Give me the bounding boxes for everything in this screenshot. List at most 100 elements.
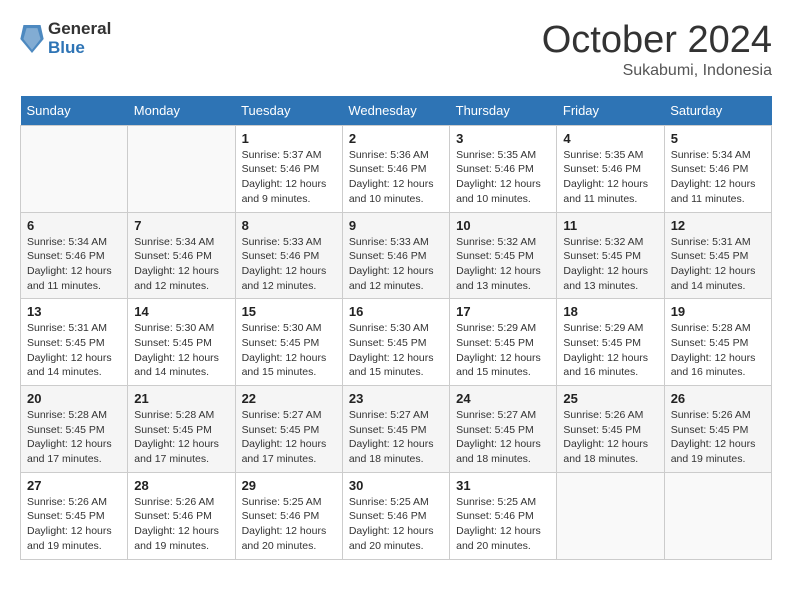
calendar-cell: 25 Sunrise: 5:26 AM Sunset: 5:45 PM Dayli… <box>557 386 664 473</box>
day-info: Sunrise: 5:29 AM Sunset: 5:45 PM Dayligh… <box>456 321 550 380</box>
calendar-cell: 11 Sunrise: 5:32 AM Sunset: 5:45 PM Dayli… <box>557 212 664 299</box>
week-row-2: 6 Sunrise: 5:34 AM Sunset: 5:46 PM Daylig… <box>21 212 772 299</box>
calendar-cell: 27 Sunrise: 5:26 AM Sunset: 5:45 PM Dayli… <box>21 472 128 559</box>
calendar-cell: 3 Sunrise: 5:35 AM Sunset: 5:46 PM Daylig… <box>450 125 557 212</box>
col-saturday: Saturday <box>664 96 771 126</box>
col-monday: Monday <box>128 96 235 126</box>
day-info: Sunrise: 5:26 AM Sunset: 5:45 PM Dayligh… <box>563 408 657 467</box>
day-info: Sunrise: 5:35 AM Sunset: 5:46 PM Dayligh… <box>563 148 657 207</box>
day-number: 26 <box>671 391 765 406</box>
day-number: 18 <box>563 304 657 319</box>
day-number: 27 <box>27 478 121 493</box>
day-info: Sunrise: 5:28 AM Sunset: 5:45 PM Dayligh… <box>27 408 121 467</box>
calendar-cell: 31 Sunrise: 5:25 AM Sunset: 5:46 PM Dayli… <box>450 472 557 559</box>
calendar-cell: 28Sunrise: 5:26 AM Sunset: 5:46 PM Dayli… <box>128 472 235 559</box>
day-info: Sunrise: 5:33 AM Sunset: 5:46 PM Dayligh… <box>242 235 336 294</box>
calendar-cell: 13Sunrise: 5:31 AM Sunset: 5:45 PM Dayli… <box>21 299 128 386</box>
day-number: 14 <box>134 304 228 319</box>
day-info: Sunrise: 5:29 AM Sunset: 5:45 PM Dayligh… <box>563 321 657 380</box>
day-number: 30 <box>349 478 443 493</box>
day-number: 10 <box>456 218 550 233</box>
calendar-cell: 10Sunrise: 5:32 AM Sunset: 5:45 PM Dayli… <box>450 212 557 299</box>
day-number: 9 <box>349 218 443 233</box>
day-info: Sunrise: 5:34 AM Sunset: 5:46 PM Dayligh… <box>134 235 228 294</box>
day-info: Sunrise: 5:27 AM Sunset: 5:45 PM Dayligh… <box>349 408 443 467</box>
day-number: 24 <box>456 391 550 406</box>
day-number: 5 <box>671 131 765 146</box>
logo-blue: Blue <box>48 39 111 58</box>
day-info: Sunrise: 5:33 AM Sunset: 5:46 PM Dayligh… <box>349 235 443 294</box>
calendar-cell: 1 Sunrise: 5:37 AM Sunset: 5:46 PM Daylig… <box>235 125 342 212</box>
calendar-cell: 26 Sunrise: 5:26 AM Sunset: 5:45 PM Dayli… <box>664 386 771 473</box>
day-info: Sunrise: 5:25 AM Sunset: 5:46 PM Dayligh… <box>242 495 336 554</box>
day-number: 6 <box>27 218 121 233</box>
day-number: 3 <box>456 131 550 146</box>
calendar-cell: 24 Sunrise: 5:27 AM Sunset: 5:45 PM Dayli… <box>450 386 557 473</box>
calendar-cell: 21Sunrise: 5:28 AM Sunset: 5:45 PM Dayli… <box>128 386 235 473</box>
logo-general: General <box>48 20 111 39</box>
week-row-3: 13Sunrise: 5:31 AM Sunset: 5:45 PM Dayli… <box>21 299 772 386</box>
day-info: Sunrise: 5:28 AM Sunset: 5:45 PM Dayligh… <box>671 321 765 380</box>
day-number: 23 <box>349 391 443 406</box>
day-info: Sunrise: 5:31 AM Sunset: 5:45 PM Dayligh… <box>671 235 765 294</box>
calendar-cell <box>664 472 771 559</box>
day-info: Sunrise: 5:26 AM Sunset: 5:46 PM Dayligh… <box>134 495 228 554</box>
day-info: Sunrise: 5:32 AM Sunset: 5:45 PM Dayligh… <box>563 235 657 294</box>
calendar-cell: 30 Sunrise: 5:25 AM Sunset: 5:46 PM Dayli… <box>342 472 449 559</box>
calendar-cell: 14 Sunrise: 5:30 AM Sunset: 5:45 PM Dayli… <box>128 299 235 386</box>
day-info: Sunrise: 5:27 AM Sunset: 5:45 PM Dayligh… <box>456 408 550 467</box>
calendar-cell <box>21 125 128 212</box>
title-block: October 2024 Sukabumi, Indonesia <box>542 20 772 80</box>
week-row-1: 1 Sunrise: 5:37 AM Sunset: 5:46 PM Daylig… <box>21 125 772 212</box>
calendar-table: Sunday Monday Tuesday Wednesday Thursday… <box>20 96 772 560</box>
col-wednesday: Wednesday <box>342 96 449 126</box>
week-row-4: 20Sunrise: 5:28 AM Sunset: 5:45 PM Dayli… <box>21 386 772 473</box>
calendar-cell: 5 Sunrise: 5:34 AM Sunset: 5:46 PM Daylig… <box>664 125 771 212</box>
calendar-cell: 7Sunrise: 5:34 AM Sunset: 5:46 PM Daylig… <box>128 212 235 299</box>
header-row: Sunday Monday Tuesday Wednesday Thursday… <box>21 96 772 126</box>
calendar-cell: 2 Sunrise: 5:36 AM Sunset: 5:46 PM Daylig… <box>342 125 449 212</box>
calendar-cell: 16Sunrise: 5:30 AM Sunset: 5:45 PM Dayli… <box>342 299 449 386</box>
calendar-cell: 15Sunrise: 5:30 AM Sunset: 5:45 PM Dayli… <box>235 299 342 386</box>
day-number: 21 <box>134 391 228 406</box>
day-info: Sunrise: 5:26 AM Sunset: 5:45 PM Dayligh… <box>27 495 121 554</box>
day-number: 15 <box>242 304 336 319</box>
day-info: Sunrise: 5:34 AM Sunset: 5:46 PM Dayligh… <box>671 148 765 207</box>
day-info: Sunrise: 5:36 AM Sunset: 5:46 PM Dayligh… <box>349 148 443 207</box>
day-info: Sunrise: 5:37 AM Sunset: 5:46 PM Dayligh… <box>242 148 336 207</box>
day-number: 1 <box>242 131 336 146</box>
col-tuesday: Tuesday <box>235 96 342 126</box>
calendar-cell: 22Sunrise: 5:27 AM Sunset: 5:45 PM Dayli… <box>235 386 342 473</box>
logo: General Blue <box>20 20 111 57</box>
day-number: 11 <box>563 218 657 233</box>
day-info: Sunrise: 5:35 AM Sunset: 5:46 PM Dayligh… <box>456 148 550 207</box>
month-title: October 2024 <box>542 20 772 62</box>
day-number: 4 <box>563 131 657 146</box>
col-thursday: Thursday <box>450 96 557 126</box>
calendar-cell: 19Sunrise: 5:28 AM Sunset: 5:45 PM Dayli… <box>664 299 771 386</box>
day-number: 12 <box>671 218 765 233</box>
col-sunday: Sunday <box>21 96 128 126</box>
calendar-cell: 17Sunrise: 5:29 AM Sunset: 5:45 PM Dayli… <box>450 299 557 386</box>
calendar-cell: 9 Sunrise: 5:33 AM Sunset: 5:46 PM Daylig… <box>342 212 449 299</box>
calendar-cell: 8Sunrise: 5:33 AM Sunset: 5:46 PM Daylig… <box>235 212 342 299</box>
day-info: Sunrise: 5:25 AM Sunset: 5:46 PM Dayligh… <box>456 495 550 554</box>
day-info: Sunrise: 5:27 AM Sunset: 5:45 PM Dayligh… <box>242 408 336 467</box>
calendar-cell <box>557 472 664 559</box>
day-number: 25 <box>563 391 657 406</box>
location: Sukabumi, Indonesia <box>542 62 772 80</box>
day-number: 13 <box>27 304 121 319</box>
week-row-5: 27 Sunrise: 5:26 AM Sunset: 5:45 PM Dayli… <box>21 472 772 559</box>
day-info: Sunrise: 5:25 AM Sunset: 5:46 PM Dayligh… <box>349 495 443 554</box>
day-number: 2 <box>349 131 443 146</box>
logo-text: General Blue <box>48 20 111 57</box>
logo-icon <box>20 25 44 53</box>
calendar-cell: 23 Sunrise: 5:27 AM Sunset: 5:45 PM Dayli… <box>342 386 449 473</box>
calendar-cell: 6Sunrise: 5:34 AM Sunset: 5:46 PM Daylig… <box>21 212 128 299</box>
calendar-cell: 18 Sunrise: 5:29 AM Sunset: 5:45 PM Dayli… <box>557 299 664 386</box>
day-info: Sunrise: 5:30 AM Sunset: 5:45 PM Dayligh… <box>134 321 228 380</box>
day-number: 31 <box>456 478 550 493</box>
day-info: Sunrise: 5:26 AM Sunset: 5:45 PM Dayligh… <box>671 408 765 467</box>
calendar-cell <box>128 125 235 212</box>
col-friday: Friday <box>557 96 664 126</box>
